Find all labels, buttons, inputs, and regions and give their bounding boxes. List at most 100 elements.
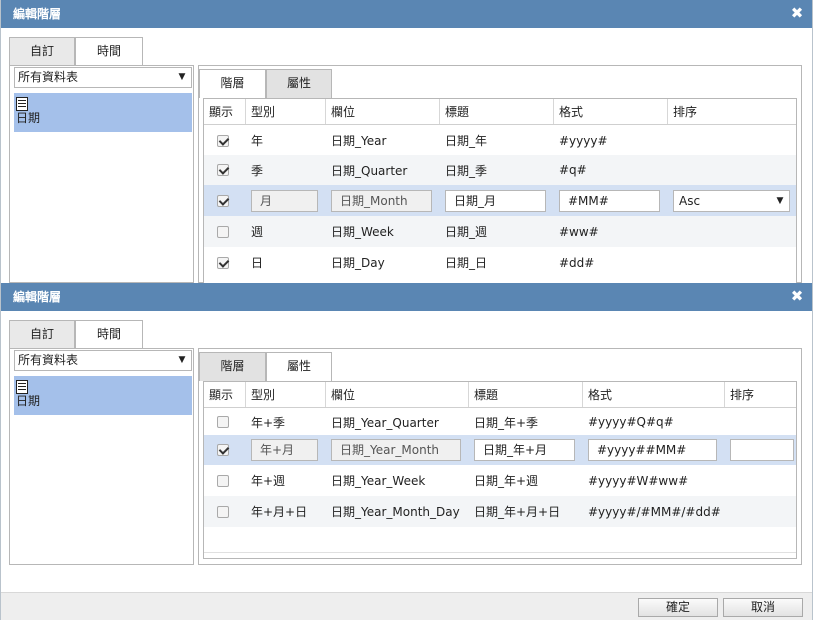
show-checkbox[interactable]: [217, 164, 229, 176]
table-row[interactable]: 年+週 日期_Year_Week 日期_年+週 #yyyy#W#ww#: [204, 465, 796, 496]
chevron-down-icon[interactable]: ▼: [173, 68, 191, 87]
show-checkbox[interactable]: [217, 416, 229, 428]
dialog-title: 編輯階層: [13, 7, 62, 21]
title-cell[interactable]: 日期_年: [440, 126, 554, 155]
type-cell: 季: [251, 163, 264, 178]
title-cell[interactable]: 日期_年+週: [469, 465, 583, 496]
table-list-panel: 所有資料表 ▼ 日期: [9, 65, 194, 283]
table-item-label: 日期: [16, 394, 41, 408]
title-cell[interactable]: 日期_週: [440, 216, 554, 247]
ok-button[interactable]: 確定: [638, 598, 718, 617]
title-input[interactable]: 日期_月: [445, 189, 546, 212]
sort-cell[interactable]: [668, 216, 796, 247]
tab-attributes[interactable]: 屬性: [266, 69, 332, 98]
close-icon[interactable]: ✖: [790, 283, 804, 311]
title-cell[interactable]: 日期_日: [440, 247, 554, 278]
tab-hierarchy[interactable]: 階層: [199, 69, 266, 98]
title-cell[interactable]: 日期_年+月+日: [469, 496, 583, 527]
attribute-grid: 顯示 型別 欄位 標題 格式 排序 年+季 日期_Year_Quarter 日期…: [203, 381, 797, 559]
close-icon[interactable]: ✖: [790, 0, 804, 28]
sort-cell[interactable]: [725, 496, 796, 527]
table-row[interactable]: 年 日期_Year 日期_年 #yyyy#: [204, 126, 796, 155]
tab-attributes[interactable]: 屬性: [266, 352, 332, 381]
show-checkbox[interactable]: [217, 505, 229, 518]
title-cell[interactable]: 日期_季: [440, 155, 554, 185]
table-row-editing[interactable]: 月 日期_Month 日期_月 #MM# Asc ▼: [204, 185, 796, 216]
type-cell: 週: [251, 225, 264, 239]
format-cell[interactable]: #yyyy#/#MM#/#dd#: [583, 496, 725, 527]
table-item-date[interactable]: 日期: [14, 376, 192, 415]
col-header-type: 型別: [246, 382, 326, 407]
dialog-footer: 確定 取消: [1, 592, 812, 620]
table-document-icon: [16, 380, 28, 394]
col-header-field: 欄位: [326, 99, 440, 124]
show-checkbox[interactable]: [217, 256, 229, 269]
type-cell: 年+季: [251, 415, 286, 430]
cancel-button[interactable]: 取消: [723, 598, 803, 617]
type-input: 年+月: [251, 439, 318, 461]
tab-hierarchy[interactable]: 階層: [199, 352, 266, 381]
format-cell[interactable]: #q#: [554, 155, 668, 185]
format-cell[interactable]: #dd#: [554, 247, 668, 278]
table-row[interactable]: 季 日期_Quarter 日期_季 #q#: [204, 155, 796, 185]
table-document-icon: [16, 97, 28, 111]
show-checkbox[interactable]: [217, 194, 229, 207]
sort-cell[interactable]: [668, 247, 796, 278]
table-row-editing[interactable]: 年+月 日期_Year_Month 日期_年+月 #yyyy##MM#: [204, 435, 796, 465]
col-header-sort: 排序: [673, 105, 698, 119]
sort-input[interactable]: [730, 439, 794, 461]
show-checkbox[interactable]: [217, 444, 229, 456]
col-header-field: 欄位: [326, 382, 469, 407]
dialog-titlebar: 編輯階層 ✖: [1, 0, 812, 28]
field-cell: 日期_Week: [331, 225, 394, 239]
field-cell: 日期_Quarter: [331, 163, 408, 178]
col-header-type: 型別: [246, 99, 326, 124]
show-checkbox[interactable]: [217, 134, 229, 147]
format-cell[interactable]: #ww#: [554, 216, 668, 247]
tab-time[interactable]: 時間: [75, 320, 143, 350]
chevron-down-icon[interactable]: ▼: [771, 191, 789, 211]
col-header-format: 格式: [583, 382, 725, 407]
table-filter-value: 所有資料表: [18, 70, 79, 84]
table-row[interactable]: 週 日期_Week 日期_週 #ww#: [204, 216, 796, 247]
tab-time[interactable]: 時間: [75, 37, 143, 67]
edit-hierarchy-dialog-1: 編輯階層 ✖ 自訂 時間 所有資料表 ▼ 日期 階層 屬性 顯示 型別 欄位 標…: [0, 0, 813, 283]
table-filter-value: 所有資料表: [18, 353, 79, 367]
table-filter-select[interactable]: 所有資料表 ▼: [14, 67, 192, 88]
sort-select[interactable]: Asc ▼: [673, 189, 790, 212]
title-cell[interactable]: 日期_年+季: [469, 409, 583, 435]
inner-tabs: 階層 屬性: [199, 69, 801, 98]
table-item-date[interactable]: 日期: [14, 93, 192, 132]
sort-select-value: Asc: [679, 193, 701, 208]
format-cell[interactable]: #yyyy#W#ww#: [583, 465, 725, 496]
col-header-show: 顯示: [204, 382, 246, 407]
sort-cell[interactable]: [725, 465, 796, 496]
col-header-title: 標題: [440, 99, 554, 124]
table-filter-select[interactable]: 所有資料表 ▼: [14, 350, 192, 371]
show-checkbox[interactable]: [217, 474, 229, 487]
field-input: 日期_Year_Month: [331, 439, 461, 461]
format-cell[interactable]: #yyyy#: [554, 126, 668, 155]
title-input[interactable]: 日期_年+月: [474, 439, 575, 461]
field-cell: 日期_Day: [331, 256, 385, 270]
format-input[interactable]: #MM#: [559, 189, 660, 212]
tab-custom[interactable]: 自訂: [9, 320, 75, 349]
sort-cell[interactable]: [668, 155, 796, 185]
format-input[interactable]: #yyyy##MM#: [588, 439, 717, 461]
sort-cell[interactable]: [668, 126, 796, 155]
chevron-down-icon[interactable]: ▼: [173, 351, 191, 370]
tab-custom[interactable]: 自訂: [9, 37, 75, 66]
dialog-titlebar: 編輯階層 ✖: [1, 283, 812, 311]
inner-tabs: 階層 屬性: [199, 352, 801, 381]
attribute-grid: 顯示 型別 欄位 標題 格式 排序 年 日期_Year 日期_年 #yyyy# …: [203, 98, 797, 283]
table-row[interactable]: 年+季 日期_Year_Quarter 日期_年+季 #yyyy#Q#q#: [204, 409, 796, 435]
show-checkbox[interactable]: [217, 225, 229, 238]
horizontal-scrollbar[interactable]: [204, 552, 796, 558]
table-row[interactable]: 年+月+日 日期_Year_Month_Day 日期_年+月+日 #yyyy#/…: [204, 496, 796, 527]
type-cell: 日: [251, 256, 264, 270]
table-row[interactable]: 日 日期_Day 日期_日 #dd#: [204, 247, 796, 278]
type-cell: 年: [251, 134, 264, 148]
sort-cell[interactable]: [725, 409, 796, 435]
col-header-show: 顯示: [204, 99, 246, 124]
format-cell[interactable]: #yyyy#Q#q#: [583, 409, 725, 435]
